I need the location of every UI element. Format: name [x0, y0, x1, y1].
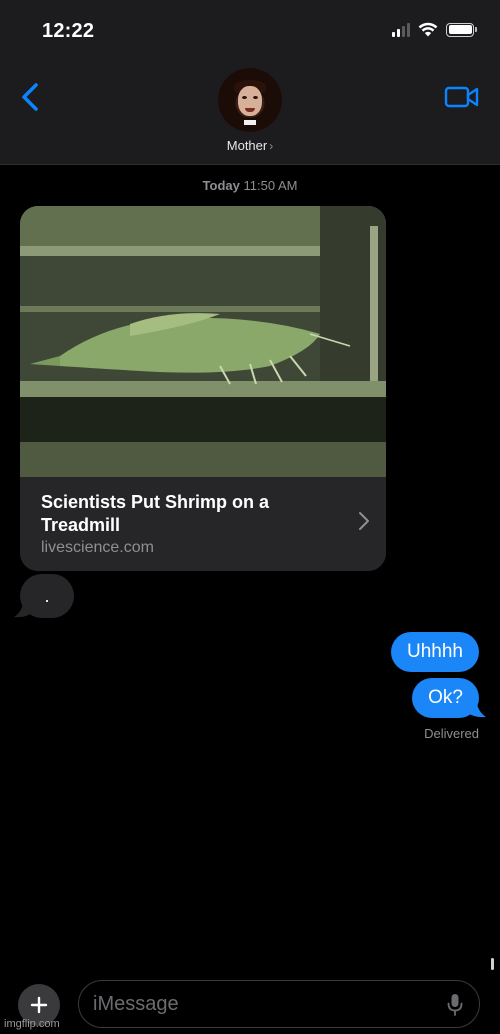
watermark: imgflip.com — [4, 1018, 60, 1030]
plus-icon — [30, 996, 48, 1014]
link-preview-title: Scientists Put Shrimp on a Treadmill — [41, 492, 270, 535]
link-preview-card[interactable]: Scientists Put Shrimp on a Treadmill liv… — [20, 206, 386, 571]
link-preview-domain: livescience.com — [41, 539, 154, 556]
status-time: 12:22 — [42, 20, 95, 42]
back-chevron-icon[interactable] — [16, 80, 46, 114]
message-text: Ok? — [428, 687, 463, 708]
scroll-indicator[interactable] — [491, 958, 494, 970]
message-text: . — [44, 585, 50, 606]
timestamp-day: Today — [202, 178, 240, 193]
outgoing-message-bubble[interactable]: Uhhhh — [391, 632, 479, 672]
wifi-icon — [418, 22, 438, 37]
incoming-message-bubble[interactable]: . — [20, 574, 74, 618]
message-timestamp: Today 11:50 AM — [0, 178, 500, 193]
link-preview-info: Scientists Put Shrimp on a Treadmill liv… — [20, 477, 386, 571]
video-camera-icon[interactable] — [444, 84, 480, 110]
shrimp-treadmill-image — [20, 206, 386, 477]
microphone-icon[interactable] — [447, 993, 463, 1017]
chevron-right-icon — [359, 512, 369, 530]
signal-icon — [392, 22, 410, 37]
timestamp-time: 11:50 AM — [243, 178, 298, 193]
contact-avatar[interactable] — [218, 68, 282, 132]
contact-chevron-icon: › — [269, 139, 274, 153]
outgoing-message-bubble[interactable]: Ok? — [412, 678, 479, 718]
imessage-input[interactable] — [93, 989, 433, 1019]
message-text: Uhhhh — [407, 641, 463, 662]
delivery-status: Delivered — [424, 726, 479, 741]
status-icons — [392, 22, 477, 37]
contact-name: Mother — [226, 138, 268, 153]
contact-name-button[interactable]: Mother › — [0, 138, 500, 153]
conversation-header: 12:22 Mother › — [0, 0, 500, 165]
message-input-container[interactable] — [78, 980, 480, 1028]
battery-icon — [446, 22, 477, 37]
